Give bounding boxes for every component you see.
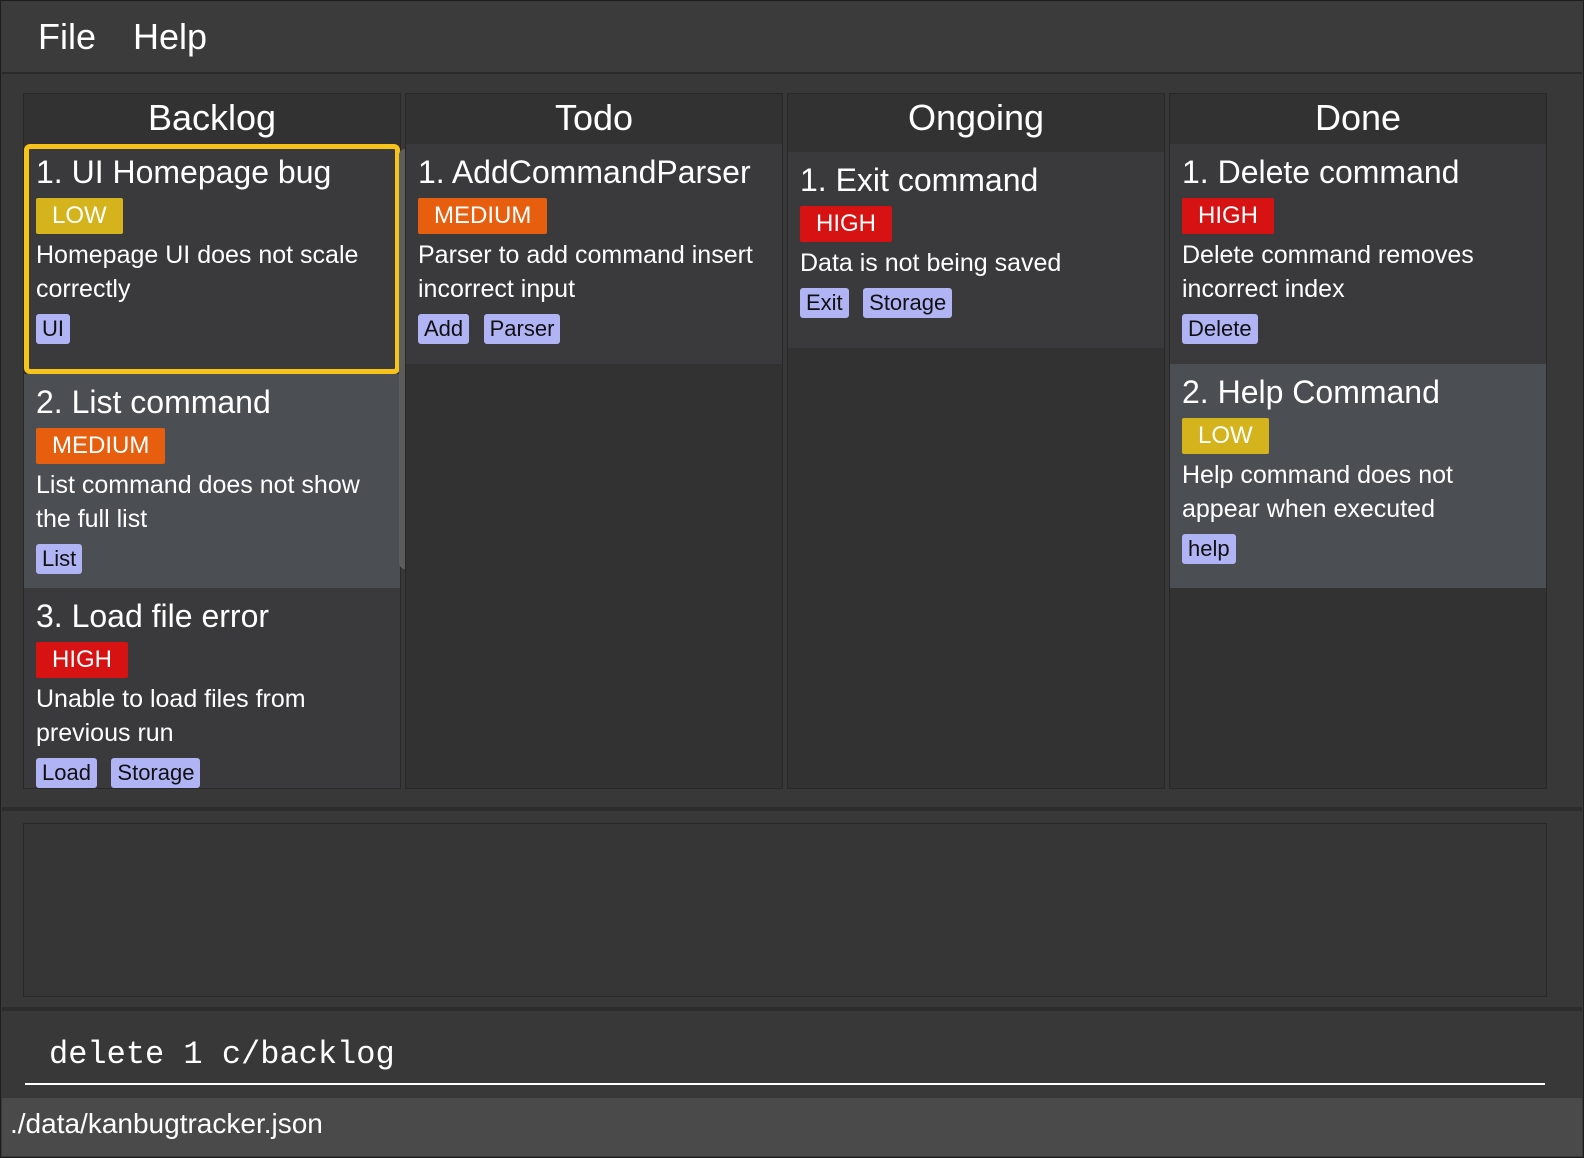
task-description: List command does not show the full list	[36, 471, 360, 533]
menu-bar: File Help	[2, 2, 1582, 74]
task-card[interactable]: 1. UI Homepage bug LOW Homepage UI does …	[24, 144, 400, 374]
column-title: Backlog	[147, 97, 277, 138]
tag-list: Exit Storage	[800, 288, 1152, 320]
priority-badge: LOW	[1182, 418, 1269, 454]
tag: UI	[36, 314, 70, 344]
tag: Storage	[111, 758, 201, 788]
divider	[2, 807, 1582, 811]
task-title: 3. Load file error	[36, 598, 270, 634]
task-description: Parser to add command insert incorrect i…	[418, 241, 753, 303]
task-title: 1. UI Homepage bug	[36, 154, 332, 190]
tag: List	[36, 544, 83, 574]
save-file-path: ./data/kanbugtracker.json	[10, 1108, 323, 1139]
kanban-board: Backlog 1. UI Homepage bug LOW Homepage …	[23, 93, 1567, 789]
task-description: Help command does not appear when execut…	[1182, 461, 1453, 523]
task-card[interactable]: 1. Delete command HIGH Delete command re…	[1170, 144, 1546, 364]
task-title: 1. Delete command	[1182, 154, 1460, 190]
tag-list: UI	[36, 314, 388, 346]
task-card[interactable]: 1. Exit command HIGH Data is not being s…	[788, 152, 1164, 348]
priority-badge: HIGH	[36, 642, 128, 678]
task-title: 1. AddCommandParser	[418, 154, 751, 190]
task-card[interactable]: 1. AddCommandParser MEDIUM Parser to add…	[406, 144, 782, 364]
column-title: Ongoing	[907, 97, 1045, 138]
tag: Load	[36, 758, 97, 788]
tag-list: Add Parser	[418, 314, 770, 346]
tag: Exit	[800, 288, 849, 318]
tag: help	[1182, 534, 1236, 564]
priority-badge: HIGH	[1182, 198, 1274, 234]
column-title: Todo	[554, 97, 634, 138]
task-description: Unable to load files from previous run	[36, 685, 306, 747]
app-window: File Help Backlog 1. UI Homepage bug LOW…	[0, 0, 1584, 1158]
priority-badge: LOW	[36, 198, 123, 234]
tag: Storage	[863, 288, 953, 318]
column-todo: Todo 1. AddCommandParser MEDIUM Parser t…	[405, 93, 783, 789]
column-title: Done	[1314, 97, 1402, 138]
menu-help[interactable]: Help	[133, 16, 207, 58]
task-card[interactable]: 2. List command MEDIUM List command does…	[24, 374, 400, 588]
tag-list: List	[36, 544, 388, 576]
tag: Parser	[483, 314, 561, 344]
tag-list: Load Storage	[36, 758, 388, 788]
task-title: 2. Help Command	[1182, 374, 1440, 410]
task-card[interactable]: 3. Load file error HIGH Unable to load f…	[24, 588, 400, 788]
priority-badge: HIGH	[800, 206, 892, 242]
task-title: 1. Exit command	[800, 162, 1039, 198]
column-ongoing: Ongoing 1. Exit command HIGH Data is not…	[787, 93, 1165, 789]
tag-list: Delete	[1182, 314, 1534, 346]
task-description: Data is not being saved	[800, 249, 1062, 277]
task-description: Homepage UI does not scale correctly	[36, 241, 359, 303]
priority-badge: MEDIUM	[36, 428, 166, 464]
tag: Add	[418, 314, 470, 344]
column-backlog: Backlog 1. UI Homepage bug LOW Homepage …	[23, 93, 401, 789]
task-card[interactable]: 2. Help Command LOW Help command does no…	[1170, 364, 1546, 588]
divider	[2, 1007, 1582, 1011]
task-description: Delete command removes incorrect index	[1182, 241, 1474, 303]
result-display	[23, 823, 1547, 997]
command-input[interactable]	[25, 1025, 1545, 1085]
column-done: Done 1. Delete command HIGH Delete comma…	[1169, 93, 1547, 789]
task-title: 2. List command	[36, 384, 271, 420]
tag-list: help	[1182, 534, 1534, 566]
menu-file[interactable]: File	[38, 16, 96, 58]
tag: Delete	[1182, 314, 1258, 344]
priority-badge: MEDIUM	[418, 198, 548, 234]
status-bar: ./data/kanbugtracker.json	[2, 1098, 1582, 1156]
